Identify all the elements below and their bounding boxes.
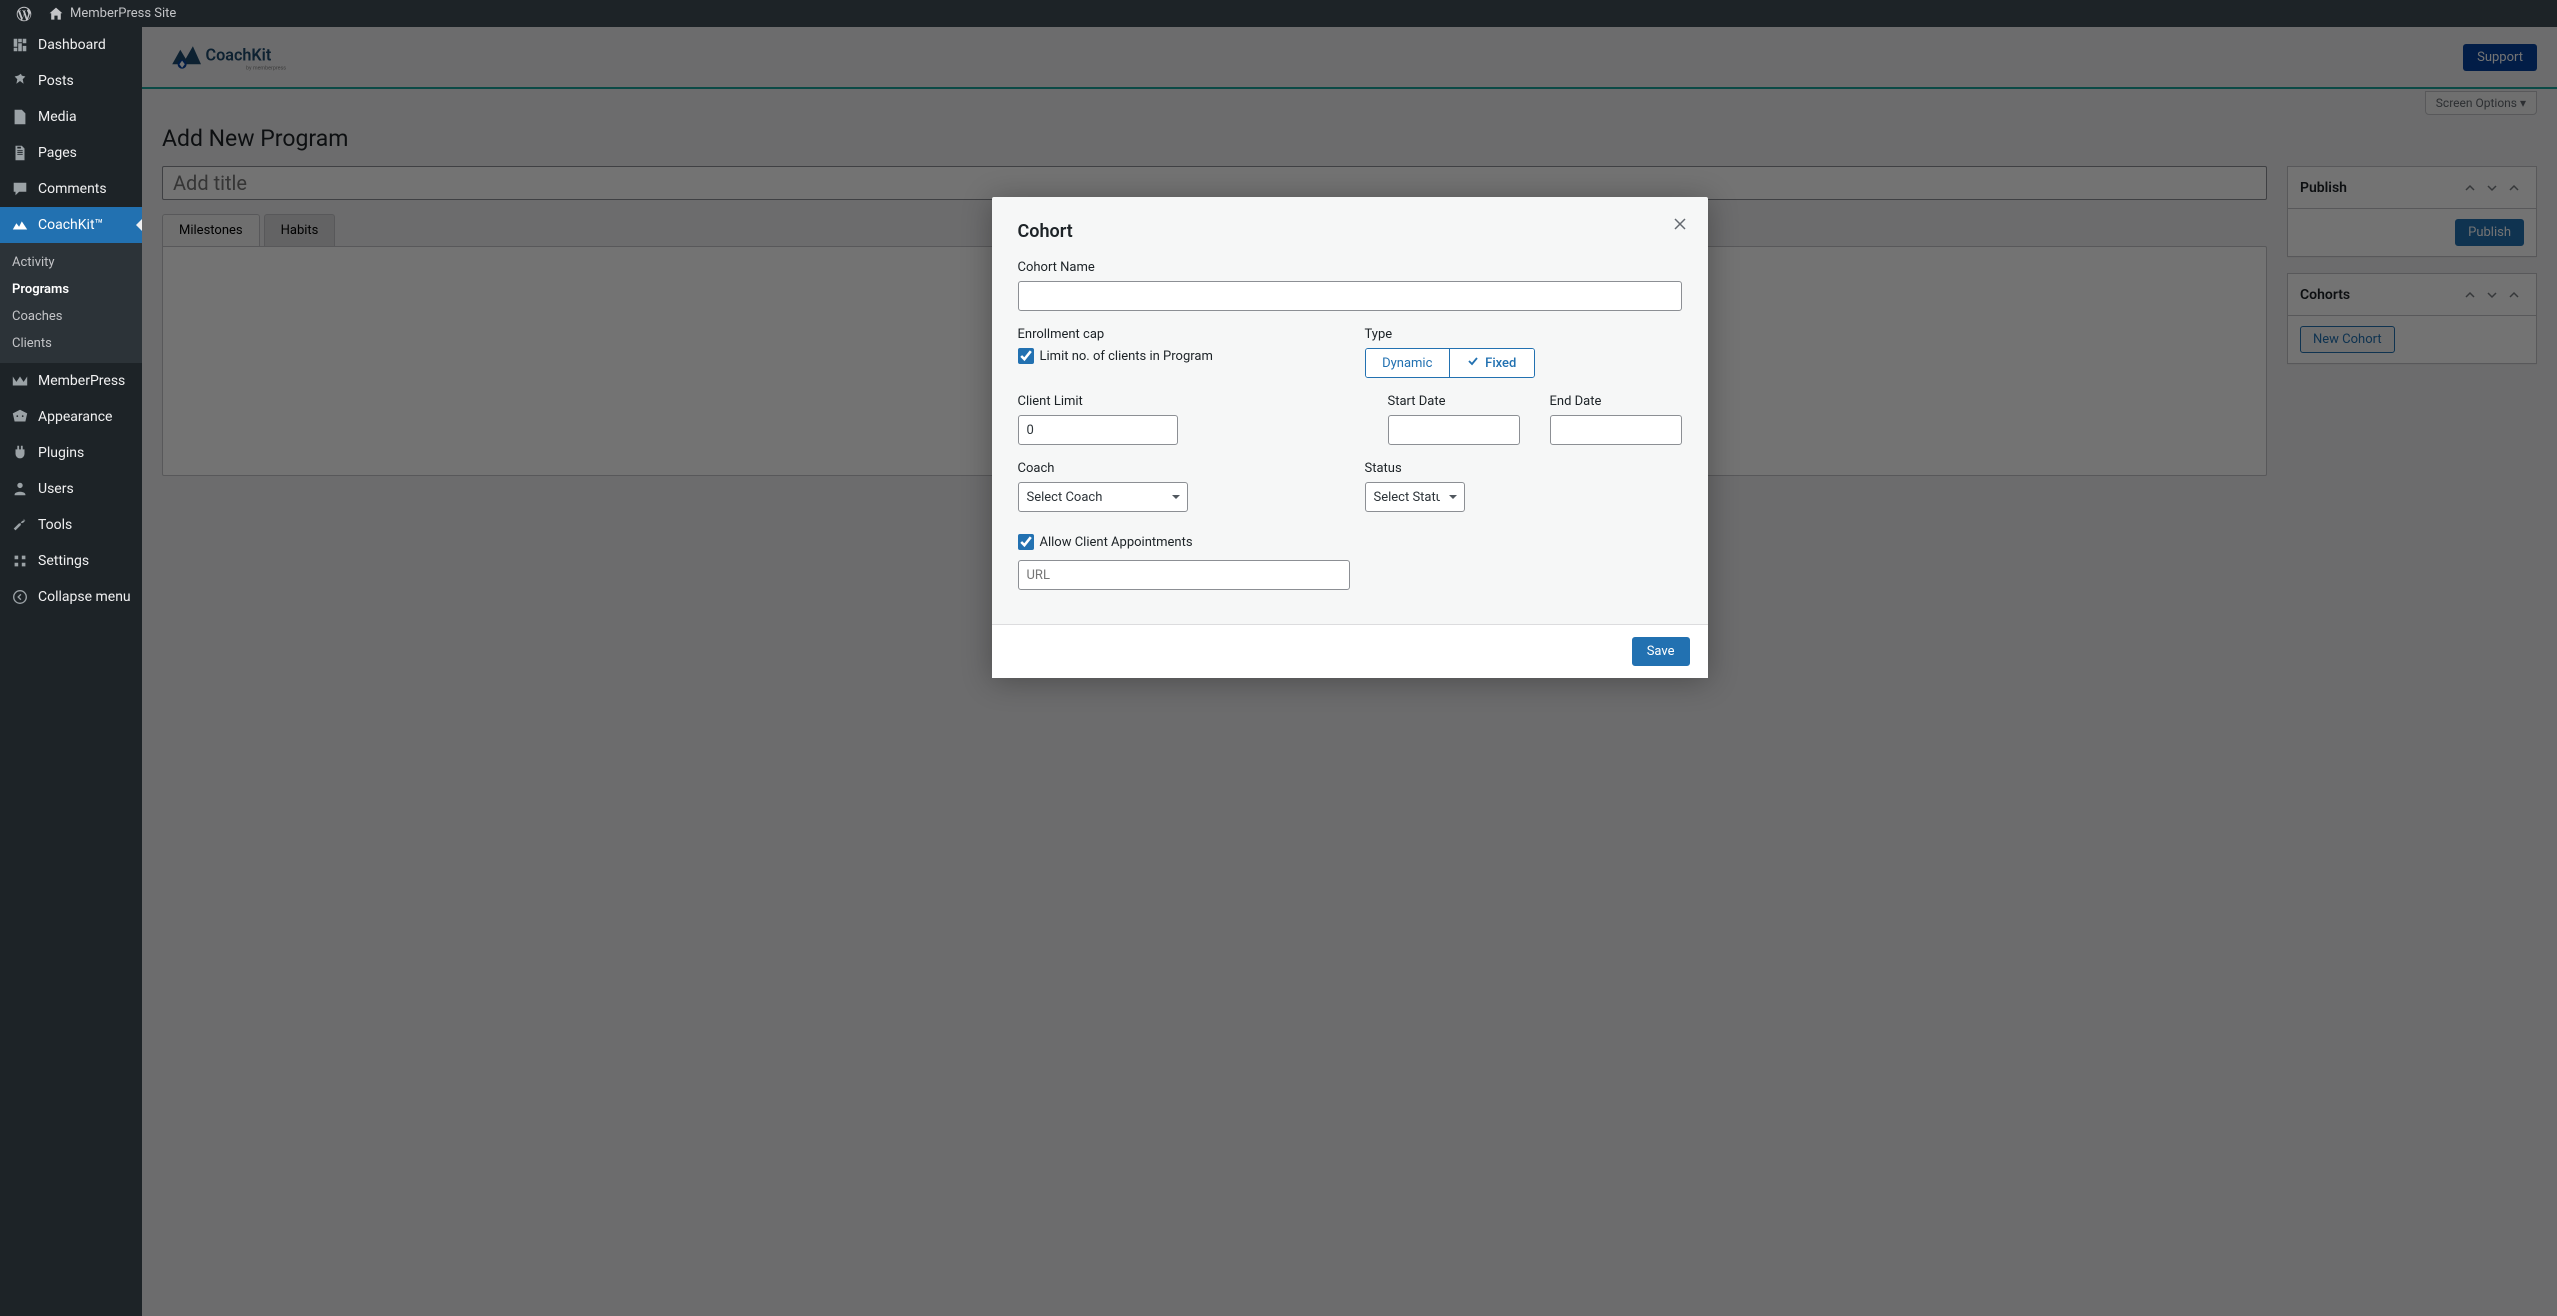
- type-fixed-button[interactable]: Fixed: [1449, 349, 1534, 377]
- admin-bar: MemberPress Site: [0, 0, 2557, 27]
- start-date-label: Start Date: [1388, 394, 1520, 409]
- tools-icon: [10, 515, 30, 535]
- memberpress-icon: [10, 371, 30, 391]
- limit-clients-label: Limit no. of clients in Program: [1040, 349, 1213, 364]
- menu-label: Posts: [38, 73, 74, 89]
- submenu-activity[interactable]: Activity: [0, 249, 142, 276]
- menu-label: Pages: [38, 145, 77, 161]
- wp-logo[interactable]: [8, 0, 40, 27]
- menu-label: Media: [38, 109, 77, 125]
- menu-users[interactable]: Users: [0, 471, 142, 507]
- appearance-icon: [10, 407, 30, 427]
- users-icon: [10, 479, 30, 499]
- cohort-name-label: Cohort Name: [1018, 260, 1682, 275]
- modal-footer: Save: [992, 624, 1708, 678]
- submenu-coaches[interactable]: Coaches: [0, 303, 142, 330]
- menu-label: MemberPress: [38, 373, 125, 389]
- menu-plugins[interactable]: Plugins: [0, 435, 142, 471]
- admin-sidebar: Dashboard Posts Media Pages Comments Coa…: [0, 27, 142, 1316]
- start-date-input[interactable]: [1388, 415, 1520, 445]
- menu-label: Comments: [38, 181, 107, 197]
- modal-overlay: Cohort Cohort Name Enrollment cap Limit …: [142, 27, 2557, 1316]
- menu-label: Plugins: [38, 445, 84, 461]
- media-icon: [10, 107, 30, 127]
- menu-label: Users: [38, 481, 74, 497]
- wordpress-icon: [16, 6, 32, 22]
- menu-settings[interactable]: Settings: [0, 543, 142, 579]
- type-fixed-label: Fixed: [1485, 356, 1516, 371]
- url-input[interactable]: [1018, 560, 1350, 590]
- site-name-label: MemberPress Site: [70, 6, 176, 21]
- menu-dashboard[interactable]: Dashboard: [0, 27, 142, 63]
- submenu-coachkit: Activity Programs Coaches Clients: [0, 243, 142, 363]
- close-icon: [1672, 213, 1688, 237]
- enrollment-cap-label: Enrollment cap: [1018, 327, 1335, 342]
- settings-icon: [10, 551, 30, 571]
- submenu-clients[interactable]: Clients: [0, 330, 142, 357]
- collapse-label: Collapse menu: [38, 589, 131, 605]
- menu-coachkit[interactable]: CoachKit™: [0, 207, 142, 243]
- menu-tools[interactable]: Tools: [0, 507, 142, 543]
- save-button[interactable]: Save: [1632, 637, 1690, 666]
- plugins-icon: [10, 443, 30, 463]
- menu-label: Settings: [38, 553, 89, 569]
- coachkit-icon: [10, 215, 30, 235]
- submenu-programs[interactable]: Programs: [0, 276, 142, 303]
- end-date-label: End Date: [1550, 394, 1682, 409]
- site-name-link[interactable]: MemberPress Site: [40, 0, 184, 27]
- menu-media[interactable]: Media: [0, 99, 142, 135]
- limit-clients-checkbox[interactable]: [1018, 348, 1034, 364]
- menu-label: Tools: [38, 517, 72, 533]
- modal-title: Cohort: [1018, 221, 1682, 242]
- client-limit-input[interactable]: [1018, 415, 1178, 445]
- menu-posts[interactable]: Posts: [0, 63, 142, 99]
- coach-label: Coach: [1018, 461, 1335, 476]
- menu-comments[interactable]: Comments: [0, 171, 142, 207]
- home-icon: [48, 6, 64, 22]
- allow-appointments-label: Allow Client Appointments: [1040, 535, 1193, 550]
- cohort-name-input[interactable]: [1018, 281, 1682, 311]
- main-content: CoachKit by memberpress Support Screen O…: [142, 27, 2557, 1316]
- menu-appearance[interactable]: Appearance: [0, 399, 142, 435]
- collapse-menu[interactable]: Collapse menu: [0, 579, 142, 615]
- menu-pages[interactable]: Pages: [0, 135, 142, 171]
- type-segmented: Dynamic Fixed: [1365, 348, 1535, 378]
- menu-label: CoachKit™: [38, 217, 103, 233]
- close-button[interactable]: [1668, 213, 1692, 237]
- client-limit-label: Client Limit: [1018, 394, 1178, 409]
- menu-label: Appearance: [38, 409, 112, 425]
- collapse-icon: [10, 587, 30, 607]
- comments-icon: [10, 179, 30, 199]
- type-label: Type: [1365, 327, 1682, 342]
- status-label: Status: [1365, 461, 1682, 476]
- dashboard-icon: [10, 35, 30, 55]
- allow-appointments-checkbox[interactable]: [1018, 534, 1034, 550]
- status-select[interactable]: Select Status: [1365, 482, 1465, 512]
- check-icon: [1467, 355, 1479, 371]
- menu-memberpress[interactable]: MemberPress: [0, 363, 142, 399]
- pages-icon: [10, 143, 30, 163]
- pin-icon: [10, 71, 30, 91]
- type-dynamic-button[interactable]: Dynamic: [1366, 349, 1450, 377]
- end-date-input[interactable]: [1550, 415, 1682, 445]
- coach-select[interactable]: Select Coach: [1018, 482, 1188, 512]
- cohort-modal: Cohort Cohort Name Enrollment cap Limit …: [992, 197, 1708, 678]
- menu-label: Dashboard: [38, 37, 106, 53]
